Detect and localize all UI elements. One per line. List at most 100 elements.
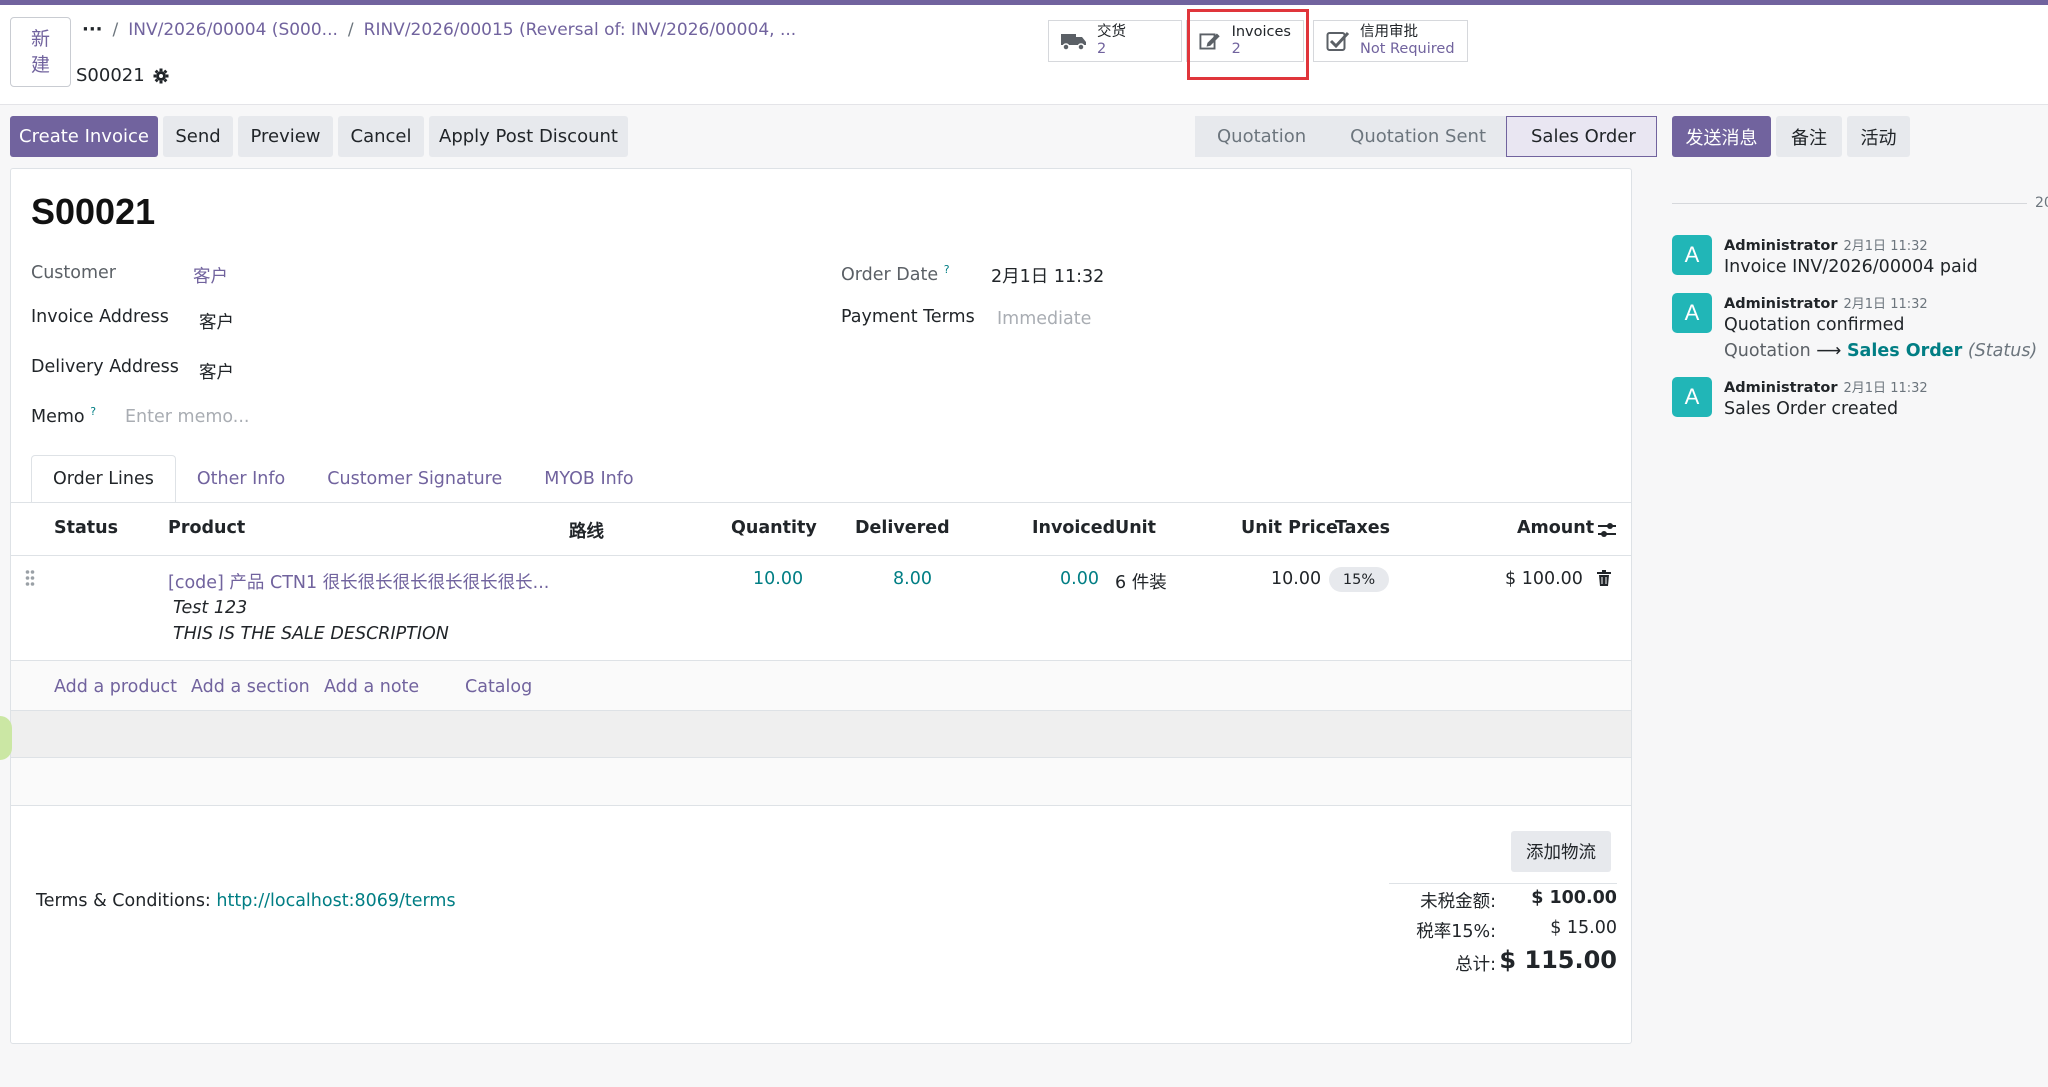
breadcrumb-more-icon[interactable]: ··· xyxy=(82,19,103,40)
message-author-name[interactable]: Administrator xyxy=(1724,238,1838,254)
tracking-value: Quotation ⟶ Sales Order (Status) xyxy=(1724,341,2037,361)
col-quantity[interactable]: Quantity xyxy=(731,518,817,538)
col-unit-price[interactable]: Unit Price xyxy=(1241,518,1338,538)
add-section-link[interactable]: Add a section xyxy=(191,677,310,697)
totals-divider xyxy=(1389,883,1617,884)
order-date-field[interactable]: 2月1日 11:32 xyxy=(991,263,1104,288)
catalog-link[interactable]: Catalog xyxy=(465,677,532,697)
invoiced-cell[interactable]: 0.00 xyxy=(1060,569,1099,589)
status-quotation[interactable]: Quotation xyxy=(1195,116,1327,157)
new-button[interactable]: 新 建 xyxy=(10,17,71,87)
arrow-right-icon: ⟶ xyxy=(1816,341,1842,361)
header-divider xyxy=(11,555,1631,556)
invoice-address-field[interactable]: 客户 xyxy=(199,309,234,334)
col-invoiced[interactable]: Invoiced xyxy=(1032,518,1115,538)
floating-handle[interactable] xyxy=(0,716,12,760)
total-value: $ 115.00 xyxy=(1499,946,1617,974)
tax-badge[interactable]: 15% xyxy=(1329,567,1389,592)
tracking-old-value: Quotation xyxy=(1724,341,1811,361)
send-message-button[interactable]: 发送消息 xyxy=(1672,116,1771,157)
col-route[interactable]: 路线 xyxy=(569,518,604,543)
highlight-box xyxy=(1187,9,1309,80)
memo-help-icon[interactable]: ? xyxy=(90,405,96,418)
untaxed-value: $ 100.00 xyxy=(1531,888,1617,908)
message-author: Administrator 2月1日 11:32 xyxy=(1724,377,1928,396)
tax-label: 税率15%: xyxy=(1416,922,1496,942)
record-name-label: S00021 xyxy=(76,65,145,86)
unit-cell[interactable]: 6 件装 xyxy=(1115,569,1167,594)
memo-label: Memo ? xyxy=(31,405,96,427)
date-separator-label: 20 xyxy=(2035,195,2048,211)
delivery-count: 2 xyxy=(1097,41,1107,57)
tab-myob-info[interactable]: MYOB Info xyxy=(523,455,654,503)
tab-other-info[interactable]: Other Info xyxy=(176,455,306,503)
column-settings-icon[interactable] xyxy=(1597,521,1617,539)
terms-link[interactable]: http://localhost:8069/terms xyxy=(216,891,455,911)
col-status[interactable]: Status xyxy=(54,518,118,538)
send-button[interactable]: Send xyxy=(163,116,233,157)
col-delivered[interactable]: Delivered xyxy=(855,518,950,538)
status-sales-order[interactable]: Sales Order xyxy=(1506,116,1657,157)
message-body: Invoice INV/2026/00004 paid xyxy=(1724,257,1978,277)
message-author: Administrator 2月1日 11:32 xyxy=(1724,293,1928,312)
unit-price-cell[interactable]: 10.00 xyxy=(1271,569,1321,589)
apply-post-discount-button[interactable]: Apply Post Discount xyxy=(429,116,628,157)
message-author-name[interactable]: Administrator xyxy=(1724,296,1838,312)
product-cell[interactable]: [code] 产品 CTN1 很长很长很长很长很长很长... xyxy=(168,569,549,594)
payment-terms-field[interactable]: Immediate xyxy=(997,309,1091,329)
col-product[interactable]: Product xyxy=(168,518,245,538)
col-taxes[interactable]: Taxes xyxy=(1335,518,1390,538)
credit-approval-smart-button[interactable]: 信用审批 Not Required xyxy=(1313,20,1468,62)
terms-label: Terms & Conditions: xyxy=(36,891,217,911)
col-unit[interactable]: Unit xyxy=(1115,518,1156,538)
create-invoice-button[interactable]: Create Invoice xyxy=(10,116,158,157)
avatar[interactable]: A xyxy=(1672,293,1712,333)
delivery-smart-button[interactable]: 交货 2 xyxy=(1048,20,1182,62)
add-logistics-button[interactable]: 添加物流 xyxy=(1511,831,1611,872)
order-date-help-icon[interactable]: ? xyxy=(944,263,950,276)
col-amount[interactable]: Amount xyxy=(1517,518,1594,538)
delivery-address-label: Delivery Address xyxy=(31,357,179,377)
tab-order-lines[interactable]: Order Lines xyxy=(31,455,176,503)
trash-icon[interactable] xyxy=(1597,570,1611,586)
order-date-label: Order Date ? xyxy=(841,263,950,285)
avatar[interactable]: A xyxy=(1672,377,1712,417)
drag-handle-icon[interactable] xyxy=(25,569,35,587)
log-note-button[interactable]: 备注 xyxy=(1776,116,1842,157)
breadcrumb-separator: / xyxy=(347,19,354,40)
record-name: S00021 xyxy=(76,65,169,86)
credit-approval-value: Not Required xyxy=(1360,41,1455,57)
delivered-cell[interactable]: 8.00 xyxy=(893,569,932,589)
avatar[interactable]: A xyxy=(1672,235,1712,275)
message-date: 2月1日 11:32 xyxy=(1843,239,1928,254)
delivery-address-field[interactable]: 客户 xyxy=(199,359,234,384)
customer-label: Customer xyxy=(31,263,117,283)
tax-value: $ 15.00 xyxy=(1550,918,1617,938)
breadcrumb-item-invoice[interactable]: INV/2026/00004 (S000... xyxy=(128,20,338,40)
quantity-cell[interactable]: 10.00 xyxy=(753,569,803,589)
truck-icon xyxy=(1061,34,1086,51)
invoice-address-label: Invoice Address xyxy=(31,307,169,327)
cancel-button[interactable]: Cancel xyxy=(338,116,424,157)
preview-button[interactable]: Preview xyxy=(238,116,333,157)
memo-label-text: Memo xyxy=(31,406,85,427)
credit-approval-label: 信用审批 xyxy=(1360,24,1418,40)
customer-field[interactable]: 客户 xyxy=(193,263,228,288)
add-product-link[interactable]: Add a product xyxy=(54,677,177,697)
add-note-link[interactable]: Add a note xyxy=(324,677,419,697)
amount-cell: $ 100.00 xyxy=(1505,569,1583,589)
message-author-name[interactable]: Administrator xyxy=(1724,380,1838,396)
activity-button[interactable]: 活动 xyxy=(1847,116,1910,157)
untaxed-label: 未税金额: xyxy=(1420,892,1496,912)
gear-icon[interactable] xyxy=(153,68,169,84)
memo-input[interactable]: Enter memo... xyxy=(125,407,249,427)
order-date-label-text: Order Date xyxy=(841,264,939,285)
breadcrumb-item-reversal[interactable]: RINV/2026/00015 (Reversal of: INV/2026/0… xyxy=(364,20,797,40)
chatter-panel: 发送消息 备注 活动 20 A Administrator2月1日 11:32 … xyxy=(1660,105,2048,1087)
tab-customer-signature[interactable]: Customer Signature xyxy=(306,455,523,503)
notebook-tabs: Order Lines Other Info Customer Signatur… xyxy=(31,455,655,503)
status-quotation-sent[interactable]: Quotation Sent xyxy=(1326,116,1506,157)
breadcrumb: ··· / INV/2026/00004 (S000... / RINV/202… xyxy=(82,19,796,40)
empty-row xyxy=(11,710,1631,758)
tab-divider xyxy=(11,502,1631,503)
